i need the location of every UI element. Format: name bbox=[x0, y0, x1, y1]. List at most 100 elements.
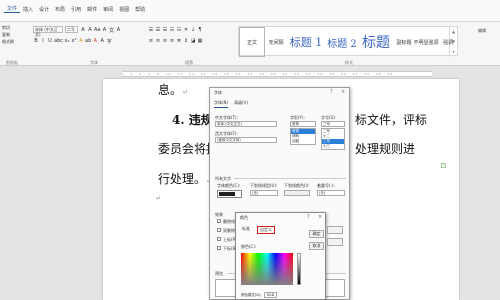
tab-font[interactable]: 字体(N) bbox=[214, 100, 229, 108]
underline-style-select[interactable]: (无) bbox=[250, 190, 278, 196]
paragraph-align-button[interactable]: ≡ bbox=[162, 38, 168, 44]
style-item[interactable]: 不明显强调 bbox=[414, 27, 439, 57]
paragraph-align-button[interactable]: ≡ bbox=[155, 38, 161, 44]
font-tool-button[interactable]: A bbox=[115, 27, 121, 33]
style-item[interactable]: 标题 1 bbox=[287, 27, 325, 57]
font-format-button[interactable]: 字 bbox=[106, 38, 112, 45]
paragraph-tool-button[interactable]: ☰ bbox=[148, 27, 154, 33]
paragraph-tool-button[interactable]: ☰ bbox=[162, 27, 168, 33]
font-format-button[interactable]: U bbox=[47, 38, 53, 44]
list-item[interactable]: 加粗 bbox=[291, 139, 315, 144]
close-icon[interactable]: × bbox=[318, 214, 322, 220]
horizontal-ruler[interactable]: L · 2 · 4 · 6 · 8 · 10 · 12 · 14 · 16 · … bbox=[122, 71, 432, 77]
font-tool-button[interactable]: A bbox=[101, 27, 107, 33]
style-item[interactable]: 强调 bbox=[437, 27, 459, 57]
paragraph-align-button[interactable]: ≡ bbox=[169, 38, 175, 44]
color-dialog-title: 颜色 bbox=[240, 215, 248, 220]
chinese-font-input[interactable]: 宋体 (中文正文) bbox=[215, 121, 277, 127]
copy-button[interactable]: 复制 bbox=[2, 31, 28, 38]
paragraph-tool-button[interactable]: ¶ bbox=[197, 27, 203, 33]
font-tool-button[interactable]: Aa bbox=[94, 27, 100, 33]
font-toolbar-row-2: B I Uabc x₂ x² Aab A A 字 bbox=[33, 37, 112, 45]
paragraph-tool-button[interactable]: ☷ bbox=[169, 27, 175, 33]
font-color-dropdown[interactable] bbox=[217, 190, 242, 198]
underline-style-label: 下划线线型(U): bbox=[250, 183, 278, 188]
paragraph-tool-button[interactable]: ☰ bbox=[155, 27, 161, 33]
color-spectrum[interactable] bbox=[241, 253, 293, 285]
font-style-list[interactable]: 常规 倾斜 加粗 bbox=[290, 128, 316, 145]
font-format-button[interactable]: A bbox=[99, 38, 105, 44]
paragraph-tool-button[interactable]: ☷ bbox=[176, 27, 182, 33]
paragraph-tool-button[interactable]: ✕ bbox=[183, 27, 189, 33]
font-format-button[interactable]: B bbox=[33, 38, 39, 44]
font-format-button[interactable]: x² bbox=[71, 38, 77, 44]
empty-paragraph-mark: ↵ bbox=[156, 195, 162, 202]
menu-bar: 文件 插入 设计 布局 引用 邮件 审阅 视图 帮助 bbox=[0, 0, 500, 22]
paragraph-align-button[interactable]: ▦ bbox=[197, 38, 203, 44]
font-tool-button[interactable]: 文 bbox=[108, 27, 114, 34]
menu-tab[interactable]: 视图 bbox=[116, 6, 132, 13]
effect-checkbox[interactable] bbox=[217, 237, 221, 241]
help-icon[interactable]: ? bbox=[307, 214, 310, 220]
menu-tab[interactable]: 引用 bbox=[68, 6, 84, 13]
font-format-button[interactable]: ab bbox=[85, 38, 91, 44]
set-default-button-fragment[interactable] bbox=[327, 226, 343, 234]
color-model-select[interactable]: RGB bbox=[263, 292, 278, 298]
effect-checkbox[interactable] bbox=[217, 219, 221, 223]
effect-checkbox[interactable] bbox=[217, 246, 221, 250]
font-size-list[interactable]: 二号 小二 三号 小三 bbox=[321, 128, 345, 150]
paragraph-align-button[interactable]: ↕ bbox=[183, 38, 189, 44]
paragraph-align-button[interactable]: ◪ bbox=[190, 38, 196, 44]
text-effects-button-fragment[interactable] bbox=[327, 238, 343, 246]
menu-tab[interactable]: 邮件 bbox=[84, 6, 100, 13]
tab-advanced[interactable]: 高级(V) bbox=[234, 100, 248, 108]
western-font-input[interactable]: (使用中文字体) bbox=[215, 137, 277, 143]
font-toolbar-row-1: A A Aa A 文 A bbox=[80, 26, 121, 34]
tab-custom[interactable]: 自定义 bbox=[257, 226, 275, 234]
comment-icon[interactable]: ⌑ bbox=[441, 162, 446, 172]
cut-button[interactable]: 剪切 bbox=[2, 24, 28, 31]
close-icon[interactable]: × bbox=[341, 89, 345, 95]
font-format-button[interactable]: A bbox=[92, 38, 98, 44]
effect-checkbox[interactable] bbox=[217, 228, 221, 232]
luminance-slider[interactable] bbox=[297, 253, 301, 285]
font-style-input[interactable]: 常规 bbox=[290, 121, 316, 127]
menu-tab[interactable]: 布局 bbox=[52, 6, 68, 13]
ok-button[interactable]: 确定 bbox=[309, 230, 324, 238]
style-item[interactable]: 标题 2 bbox=[325, 27, 359, 57]
help-icon[interactable]: ? bbox=[330, 89, 333, 95]
font-format-button[interactable]: abc bbox=[54, 38, 63, 44]
list-item[interactable]: 小三 bbox=[322, 144, 344, 149]
paragraph-tool-button[interactable]: ↓ bbox=[190, 27, 196, 33]
style-item[interactable]: 无间隔 bbox=[265, 27, 287, 57]
editing-button[interactable]: 编辑 bbox=[478, 28, 486, 34]
style-item[interactable]: 副标题 bbox=[393, 27, 415, 57]
menu-tab[interactable]: 设计 bbox=[36, 6, 52, 13]
style-item[interactable]: 正文 bbox=[239, 27, 265, 57]
menu-tab[interactable]: 插入 bbox=[20, 6, 36, 13]
paragraph-align-button[interactable]: ≣ bbox=[176, 38, 182, 44]
font-name-select[interactable]: 宋体 (中文正文) bbox=[33, 26, 63, 37]
color-model-row: 颜色模式(D): RGB bbox=[241, 292, 278, 298]
style-item[interactable]: 标题 bbox=[359, 27, 393, 57]
preview-label: 预览 bbox=[215, 271, 223, 276]
menu-tab[interactable]: 帮助 bbox=[132, 6, 148, 13]
font-size-input[interactable]: 三号 bbox=[321, 121, 345, 127]
emphasis-select[interactable]: (无) bbox=[317, 190, 345, 196]
font-format-button[interactable]: A bbox=[78, 38, 84, 44]
font-tool-button[interactable]: A bbox=[80, 27, 86, 33]
font-format-button[interactable]: x₂ bbox=[64, 38, 70, 44]
styles-group-label: 样式 bbox=[345, 60, 353, 65]
font-size-select[interactable]: 二号 bbox=[65, 26, 78, 33]
underline-color-select[interactable] bbox=[284, 190, 310, 196]
font-tool-button[interactable]: A bbox=[87, 27, 93, 33]
paragraph-align-button[interactable]: ≡ bbox=[148, 38, 154, 44]
cancel-button[interactable]: 取消 bbox=[309, 242, 324, 250]
menu-tab[interactable]: 审阅 bbox=[100, 6, 116, 13]
underline-color-label: 下划线颜色(I): bbox=[284, 183, 310, 188]
menu-tab[interactable]: 文件 bbox=[4, 5, 21, 13]
font-format-button[interactable]: I bbox=[40, 38, 46, 44]
paragraph-toolbar-row-2: ≡ ≡ ≡ ≡ ≣ ↕ ◪ ▦ bbox=[148, 37, 203, 45]
tab-standard[interactable]: 标准 bbox=[240, 226, 252, 234]
format-painter-button[interactable]: 格式刷 bbox=[2, 38, 28, 45]
